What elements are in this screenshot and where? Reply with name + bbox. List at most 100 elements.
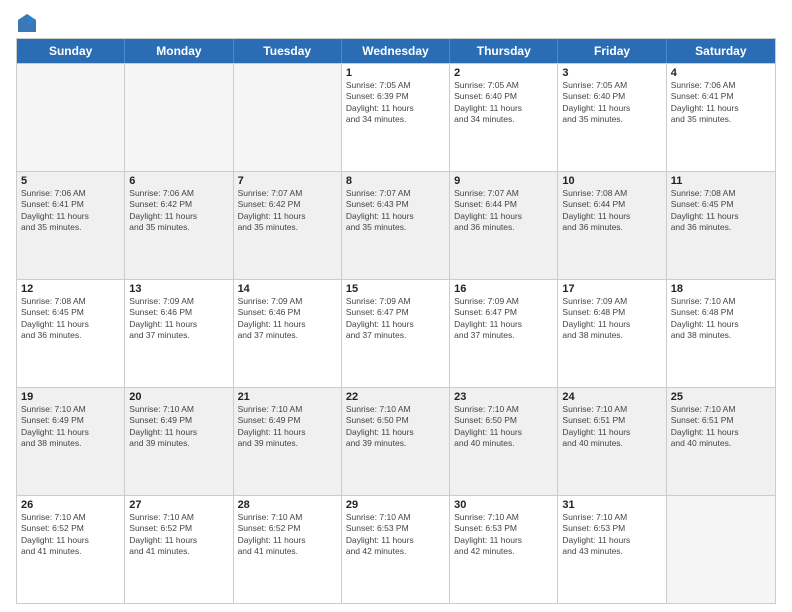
page: SundayMondayTuesdayWednesdayThursdayFrid… <box>0 0 792 612</box>
day-info: Sunrise: 7:10 AM Sunset: 6:52 PM Dayligh… <box>238 512 337 558</box>
day-info: Sunrise: 7:10 AM Sunset: 6:51 PM Dayligh… <box>562 404 661 450</box>
calendar: SundayMondayTuesdayWednesdayThursdayFrid… <box>16 38 776 604</box>
logo <box>16 12 38 30</box>
day-number: 14 <box>238 283 337 295</box>
day-number: 1 <box>346 67 445 79</box>
day-number: 11 <box>671 175 771 187</box>
calendar-cell <box>234 64 342 171</box>
day-number: 2 <box>454 67 553 79</box>
weekday-header: Tuesday <box>234 39 342 63</box>
day-number: 19 <box>21 391 120 403</box>
day-number: 25 <box>671 391 771 403</box>
calendar-cell: 11Sunrise: 7:08 AM Sunset: 6:45 PM Dayli… <box>667 172 775 279</box>
calendar-cell: 17Sunrise: 7:09 AM Sunset: 6:48 PM Dayli… <box>558 280 666 387</box>
calendar-cell: 25Sunrise: 7:10 AM Sunset: 6:51 PM Dayli… <box>667 388 775 495</box>
weekday-header: Saturday <box>667 39 775 63</box>
day-number: 22 <box>346 391 445 403</box>
day-number: 30 <box>454 499 553 511</box>
day-number: 8 <box>346 175 445 187</box>
day-number: 4 <box>671 67 771 79</box>
day-info: Sunrise: 7:06 AM Sunset: 6:41 PM Dayligh… <box>671 80 771 126</box>
day-info: Sunrise: 7:09 AM Sunset: 6:48 PM Dayligh… <box>562 296 661 342</box>
day-number: 9 <box>454 175 553 187</box>
calendar-cell: 28Sunrise: 7:10 AM Sunset: 6:52 PM Dayli… <box>234 496 342 603</box>
day-info: Sunrise: 7:05 AM Sunset: 6:39 PM Dayligh… <box>346 80 445 126</box>
day-info: Sunrise: 7:07 AM Sunset: 6:43 PM Dayligh… <box>346 188 445 234</box>
calendar-cell: 23Sunrise: 7:10 AM Sunset: 6:50 PM Dayli… <box>450 388 558 495</box>
day-number: 7 <box>238 175 337 187</box>
day-number: 31 <box>562 499 661 511</box>
calendar-cell: 20Sunrise: 7:10 AM Sunset: 6:49 PM Dayli… <box>125 388 233 495</box>
day-info: Sunrise: 7:10 AM Sunset: 6:50 PM Dayligh… <box>454 404 553 450</box>
weekday-header: Thursday <box>450 39 558 63</box>
day-number: 17 <box>562 283 661 295</box>
calendar-row: 1Sunrise: 7:05 AM Sunset: 6:39 PM Daylig… <box>17 63 775 171</box>
day-number: 3 <box>562 67 661 79</box>
calendar-cell: 5Sunrise: 7:06 AM Sunset: 6:41 PM Daylig… <box>17 172 125 279</box>
calendar-cell: 24Sunrise: 7:10 AM Sunset: 6:51 PM Dayli… <box>558 388 666 495</box>
calendar-cell <box>17 64 125 171</box>
calendar-cell: 4Sunrise: 7:06 AM Sunset: 6:41 PM Daylig… <box>667 64 775 171</box>
calendar-cell <box>125 64 233 171</box>
day-info: Sunrise: 7:10 AM Sunset: 6:49 PM Dayligh… <box>129 404 228 450</box>
day-info: Sunrise: 7:08 AM Sunset: 6:45 PM Dayligh… <box>671 188 771 234</box>
day-info: Sunrise: 7:10 AM Sunset: 6:48 PM Dayligh… <box>671 296 771 342</box>
calendar-cell: 3Sunrise: 7:05 AM Sunset: 6:40 PM Daylig… <box>558 64 666 171</box>
day-number: 23 <box>454 391 553 403</box>
logo-icon <box>16 12 38 34</box>
calendar-cell: 27Sunrise: 7:10 AM Sunset: 6:52 PM Dayli… <box>125 496 233 603</box>
day-info: Sunrise: 7:10 AM Sunset: 6:52 PM Dayligh… <box>21 512 120 558</box>
day-info: Sunrise: 7:05 AM Sunset: 6:40 PM Dayligh… <box>454 80 553 126</box>
calendar-row: 12Sunrise: 7:08 AM Sunset: 6:45 PM Dayli… <box>17 279 775 387</box>
day-number: 27 <box>129 499 228 511</box>
day-info: Sunrise: 7:06 AM Sunset: 6:42 PM Dayligh… <box>129 188 228 234</box>
header <box>16 12 776 30</box>
calendar-cell: 13Sunrise: 7:09 AM Sunset: 6:46 PM Dayli… <box>125 280 233 387</box>
weekday-header: Friday <box>558 39 666 63</box>
day-number: 21 <box>238 391 337 403</box>
calendar-cell: 21Sunrise: 7:10 AM Sunset: 6:49 PM Dayli… <box>234 388 342 495</box>
calendar-cell: 18Sunrise: 7:10 AM Sunset: 6:48 PM Dayli… <box>667 280 775 387</box>
calendar-cell: 7Sunrise: 7:07 AM Sunset: 6:42 PM Daylig… <box>234 172 342 279</box>
calendar-header: SundayMondayTuesdayWednesdayThursdayFrid… <box>17 39 775 63</box>
day-info: Sunrise: 7:09 AM Sunset: 6:46 PM Dayligh… <box>238 296 337 342</box>
calendar-cell: 1Sunrise: 7:05 AM Sunset: 6:39 PM Daylig… <box>342 64 450 171</box>
day-number: 5 <box>21 175 120 187</box>
day-number: 12 <box>21 283 120 295</box>
calendar-cell <box>667 496 775 603</box>
day-info: Sunrise: 7:06 AM Sunset: 6:41 PM Dayligh… <box>21 188 120 234</box>
calendar-cell: 31Sunrise: 7:10 AM Sunset: 6:53 PM Dayli… <box>558 496 666 603</box>
calendar-cell: 16Sunrise: 7:09 AM Sunset: 6:47 PM Dayli… <box>450 280 558 387</box>
day-info: Sunrise: 7:07 AM Sunset: 6:44 PM Dayligh… <box>454 188 553 234</box>
calendar-row: 5Sunrise: 7:06 AM Sunset: 6:41 PM Daylig… <box>17 171 775 279</box>
calendar-cell: 6Sunrise: 7:06 AM Sunset: 6:42 PM Daylig… <box>125 172 233 279</box>
day-info: Sunrise: 7:08 AM Sunset: 6:44 PM Dayligh… <box>562 188 661 234</box>
day-info: Sunrise: 7:10 AM Sunset: 6:49 PM Dayligh… <box>238 404 337 450</box>
day-number: 15 <box>346 283 445 295</box>
day-info: Sunrise: 7:10 AM Sunset: 6:50 PM Dayligh… <box>346 404 445 450</box>
weekday-header: Wednesday <box>342 39 450 63</box>
calendar-cell: 30Sunrise: 7:10 AM Sunset: 6:53 PM Dayli… <box>450 496 558 603</box>
calendar-cell: 15Sunrise: 7:09 AM Sunset: 6:47 PM Dayli… <box>342 280 450 387</box>
calendar-cell: 10Sunrise: 7:08 AM Sunset: 6:44 PM Dayli… <box>558 172 666 279</box>
weekday-header: Monday <box>125 39 233 63</box>
day-info: Sunrise: 7:09 AM Sunset: 6:47 PM Dayligh… <box>454 296 553 342</box>
calendar-cell: 22Sunrise: 7:10 AM Sunset: 6:50 PM Dayli… <box>342 388 450 495</box>
day-number: 28 <box>238 499 337 511</box>
day-number: 16 <box>454 283 553 295</box>
calendar-cell: 29Sunrise: 7:10 AM Sunset: 6:53 PM Dayli… <box>342 496 450 603</box>
calendar-cell: 19Sunrise: 7:10 AM Sunset: 6:49 PM Dayli… <box>17 388 125 495</box>
day-number: 26 <box>21 499 120 511</box>
day-number: 18 <box>671 283 771 295</box>
calendar-body: 1Sunrise: 7:05 AM Sunset: 6:39 PM Daylig… <box>17 63 775 603</box>
day-number: 20 <box>129 391 228 403</box>
day-info: Sunrise: 7:10 AM Sunset: 6:53 PM Dayligh… <box>562 512 661 558</box>
calendar-row: 19 Sunrise: 7:10 AM Sunset: 6:49 PM Dayli… <box>17 387 775 495</box>
calendar-cell: 14Sunrise: 7:09 AM Sunset: 6:46 PM Dayli… <box>234 280 342 387</box>
calendar-cell: 2Sunrise: 7:05 AM Sunset: 6:40 PM Daylig… <box>450 64 558 171</box>
calendar-cell: 26Sunrise: 7:10 AM Sunset: 6:52 PM Dayli… <box>17 496 125 603</box>
day-info: Sunrise: 7:09 AM Sunset: 6:47 PM Dayligh… <box>346 296 445 342</box>
calendar-row: 26Sunrise: 7:10 AM Sunset: 6:52 PM Dayli… <box>17 495 775 603</box>
day-info: Sunrise: 7:07 AM Sunset: 6:42 PM Dayligh… <box>238 188 337 234</box>
day-info: Sunrise: 7:10 AM Sunset: 6:53 PM Dayligh… <box>454 512 553 558</box>
